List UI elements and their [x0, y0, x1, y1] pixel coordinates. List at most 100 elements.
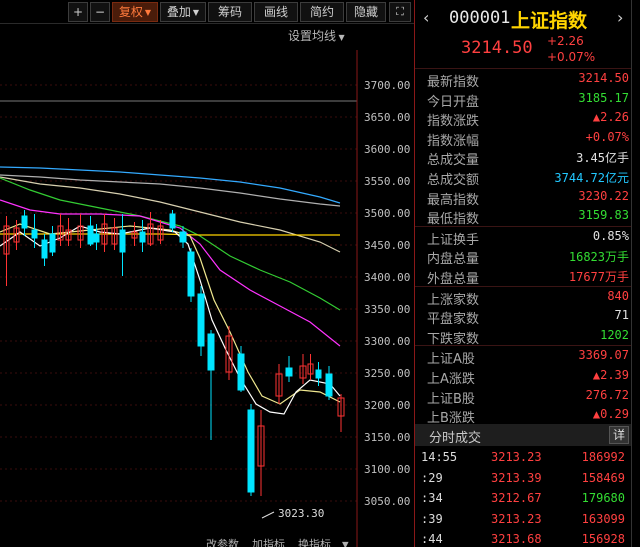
candles: [3, 210, 345, 496]
chevron-left-icon[interactable]: ‹: [423, 8, 429, 27]
stat-value: 1202: [600, 327, 629, 342]
overlay-dropdown[interactable]: 叠加 ▼: [160, 2, 206, 22]
grid-lines: [0, 84, 357, 502]
stat-row: 总成交量 3.45亿手: [415, 147, 631, 168]
stat-row: 上A涨跌 ▲2.39: [415, 366, 631, 387]
stat-value: 0.85%: [592, 228, 629, 243]
tick-row: :29 3213.39 158469: [415, 469, 631, 490]
stat-value: 3185.17: [578, 90, 629, 105]
tick-price: 3213.39: [491, 470, 542, 485]
stat-value: ▲2.39: [592, 367, 629, 382]
price-change-pct: +0.07%: [547, 50, 596, 64]
stat-label: 最高指数: [427, 192, 480, 208]
y-tick: 3150.00: [364, 431, 410, 444]
stat-label: 总成交额: [427, 172, 480, 188]
index-name: 上证指数: [511, 10, 588, 32]
stat-value: ▲0.29: [592, 407, 629, 422]
stat-row: 上B涨跌 ▲0.29: [415, 405, 631, 426]
fullscreen-icon[interactable]: ⛶: [389, 2, 411, 22]
stat-label: 外盘总量: [427, 271, 480, 287]
tick-price: 3213.23: [491, 450, 542, 464]
y-tick: 3200.00: [364, 399, 410, 412]
side-strip: [631, 0, 640, 547]
y-tick: 3450.00: [364, 239, 410, 252]
low-marker-arrow: [261, 511, 275, 519]
y-tick: 3300.00: [364, 335, 410, 348]
y-tick: 3400.00: [364, 271, 410, 284]
tick-price: 3213.23: [491, 511, 542, 526]
ticks-detail-button[interactable]: 详: [609, 426, 629, 444]
tick-row: :39 3213.23 163099: [415, 510, 631, 531]
y-tick: 3650.00: [364, 111, 410, 124]
zoom-in-button[interactable]: +: [68, 2, 88, 22]
stat-row: 上涨家数 840: [415, 287, 631, 308]
stat-value: 71: [614, 308, 629, 323]
tab-switch-indicator[interactable]: 换指标: [298, 537, 331, 547]
stat-value: 3.45亿手: [576, 151, 629, 166]
draw-line-button[interactable]: 画线: [254, 2, 298, 22]
tick-time: :29: [421, 470, 443, 485]
tick-time: :34: [421, 491, 443, 506]
stat-row: 平盘家数 71: [415, 306, 631, 327]
stat-value: 840: [607, 288, 629, 303]
y-tick: 3050.00: [364, 495, 410, 508]
quote-stats: 最新指数 3214.50 今日开盘 3185.17 指数涨跌 ▲2.26 指数涨幅 +0…: [415, 69, 631, 426]
tick-volume: 156928: [581, 532, 625, 547]
ticks-list: 14:55 3213.23 186992 :29 3213.39 158469 :34 3…: [415, 448, 631, 547]
adjust-dropdown[interactable]: 复权 ▼: [112, 2, 158, 22]
simple-mode-button[interactable]: 简约: [300, 2, 344, 22]
stat-row: 最高指数 3230.22: [415, 187, 631, 208]
stat-row: 上证B股 276.72: [415, 386, 631, 407]
stat-value: 3230.22: [578, 188, 629, 203]
stat-row: 指数涨幅 +0.07%: [415, 128, 631, 149]
tick-row: 14:55 3213.23 186992: [415, 448, 631, 469]
overlay-label: 叠加: [166, 5, 191, 19]
stat-label: 内盘总量: [427, 252, 480, 268]
low-marker-label: 3023.30: [278, 507, 324, 520]
y-tick: 3550.00: [364, 175, 410, 188]
stat-label: 上证A股: [427, 352, 475, 368]
stat-row: 最低指数 3159.83: [415, 206, 631, 227]
stat-label: 今日开盘: [427, 94, 480, 110]
stat-row: 外盘总量 17677万手: [415, 266, 631, 287]
stat-row: 今日开盘 3185.17: [415, 89, 631, 110]
y-tick: 3600.00: [364, 143, 410, 156]
tick-price: 3213.68: [491, 532, 542, 547]
y-tick: 3100.00: [364, 463, 410, 476]
scroll-down-icon[interactable]: ▼: [342, 538, 349, 547]
stat-label: 指数涨跌: [427, 114, 480, 130]
tab-change-params[interactable]: 改参数: [206, 537, 239, 547]
zoom-out-button[interactable]: −: [90, 2, 110, 22]
ticks-header: 分时成交 详: [415, 424, 631, 446]
stat-label: 上A涨跌: [427, 371, 475, 387]
tick-volume: 158469: [581, 470, 625, 485]
ticks-title: 分时成交: [429, 431, 482, 446]
tick-time: :39: [421, 511, 443, 526]
stat-row: 上证换手 0.85%: [415, 227, 631, 248]
stat-value: 276.72: [585, 387, 629, 402]
quote-header: ‹ 000001 上证指数 › 3214.50 +2.26 +0.07%: [415, 0, 631, 68]
stat-label: 最新指数: [427, 75, 480, 90]
stat-value: +0.07%: [585, 129, 629, 144]
stat-value: 3369.07: [578, 348, 629, 363]
chevron-right-icon[interactable]: ›: [617, 8, 623, 27]
indicator-tabs: 改参数 加指标 换指标: [206, 537, 331, 547]
chart-toolbar: + − 复权 ▼ 叠加 ▼ 筹码 画线 简约 隐藏 ⛶: [0, 0, 414, 24]
tab-add-indicator[interactable]: 加指标: [252, 537, 285, 547]
current-price: 3214.50: [461, 38, 533, 58]
tick-volume: 163099: [581, 511, 625, 526]
stock-code: 000001: [449, 8, 511, 28]
chips-button[interactable]: 筹码: [208, 2, 252, 22]
tick-row: :34 3212.67 179680: [415, 489, 631, 510]
stat-value: 3744.72亿元: [554, 170, 629, 185]
stat-row: 上证A股 3369.07: [415, 346, 631, 368]
stat-row: 下跌家数 1202: [415, 326, 631, 347]
hide-button[interactable]: 隐藏: [346, 2, 386, 22]
stat-label: 下跌家数: [427, 331, 480, 347]
stat-label: 指数涨幅: [427, 133, 480, 149]
y-tick: 3250.00: [364, 367, 410, 380]
stat-label: 上证换手: [427, 232, 480, 248]
tick-volume: 179680: [581, 491, 625, 506]
kline-chart[interactable]: 3700.00 3650.00 3600.00 3550.00 3500.00 …: [0, 24, 414, 547]
stat-label: 上涨家数: [427, 292, 480, 308]
